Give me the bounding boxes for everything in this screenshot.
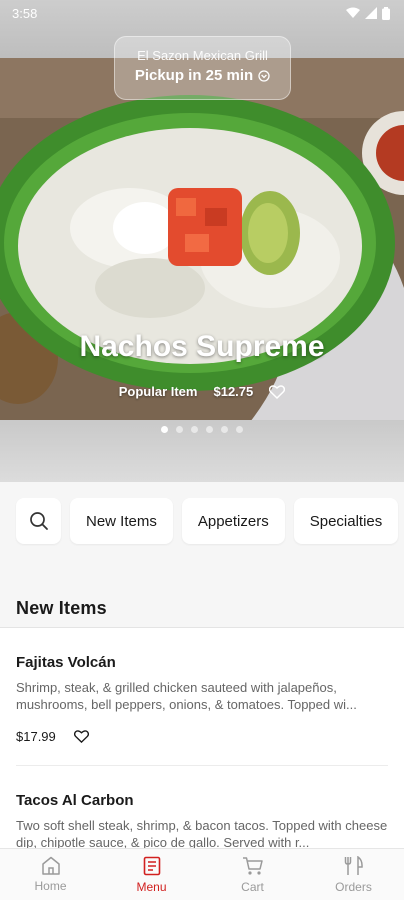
favorite-heart-icon[interactable] [269,384,286,399]
home-icon [41,856,60,875]
signal-icon [365,7,377,19]
featured-item-photo [0,58,404,422]
status-time: 3:58 [12,5,38,21]
carousel-dot[interactable] [236,426,243,433]
menu-item-name: Fajitas Volcán [16,654,116,671]
featured-item-meta: Popular Item $12.75 [0,384,404,399]
orders-icon [344,856,363,875]
restaurant-name: El Sazon Mexican Grill [137,48,268,63]
tab-orders-label: Orders [335,880,372,894]
cart-icon [242,857,263,875]
tab-menu-label: Menu [136,880,167,894]
featured-item-price: $12.75 [213,384,254,399]
section-header: New Items [0,566,404,628]
menu-item-description: Shrimp, steak, & grilled chicken sauteed… [16,680,357,712]
status-bar: 3:58 [0,0,404,26]
search-button[interactable] [16,498,61,544]
pickup-time: Pickup in 25 min [115,67,290,84]
menu-item-description: Two soft shell steak, shrimp, & bacon ta… [16,818,388,848]
featured-item-title: Nachos Supreme [79,330,325,363]
tab-cart[interactable]: Cart [213,849,293,900]
menu-item-price: $17.99 [16,729,56,744]
carousel-dot[interactable] [161,426,168,433]
tab-orders[interactable]: Orders [314,849,394,900]
category-chip-appetizers[interactable]: Appetizers [181,498,285,544]
chevron-down-circle-icon [258,69,270,82]
carousel-dot[interactable] [176,426,183,433]
tab-cart-label: Cart [241,880,264,894]
pickup-time-label: Pickup in 25 min [134,67,254,84]
menu-item-list: Fajitas Volcán Shrimp, steak, & grilled … [0,628,404,848]
bottom-tab-bar: Home Menu Cart Orders [0,848,404,900]
battery-icon [382,6,390,20]
category-chip-new-items[interactable]: New Items [70,498,173,544]
carousel-dot[interactable] [221,426,228,433]
menu-item[interactable]: Fajitas Volcán Shrimp, steak, & grilled … [0,628,404,766]
featured-item-tag: Popular Item [118,384,198,399]
hero-banner[interactable]: 3:58 El Sazon Mexican Grill Pickup in 25… [0,0,404,482]
search-icon [29,512,48,530]
tab-home[interactable]: Home [11,849,91,900]
menu-item-name: Tacos Al Carbon [16,792,134,809]
category-bar: New Items Appetizers Specialties [0,482,404,566]
tab-home-label: Home [34,879,67,893]
category-chip-specialties[interactable]: Specialties [293,498,399,544]
carousel-dot[interactable] [206,426,213,433]
menu-item[interactable]: Tacos Al Carbon Two soft shell steak, sh… [0,766,404,848]
wifi-icon [346,7,360,18]
pickup-info-pill[interactable]: El Sazon Mexican Grill Pickup in 25 min [114,36,291,100]
section-title: New Items [16,598,107,618]
carousel-dot[interactable] [191,426,198,433]
menu-icon [143,856,160,876]
carousel-pagination[interactable] [0,426,404,433]
heart-icon[interactable] [73,730,89,743]
tab-menu[interactable]: Menu [112,849,192,900]
